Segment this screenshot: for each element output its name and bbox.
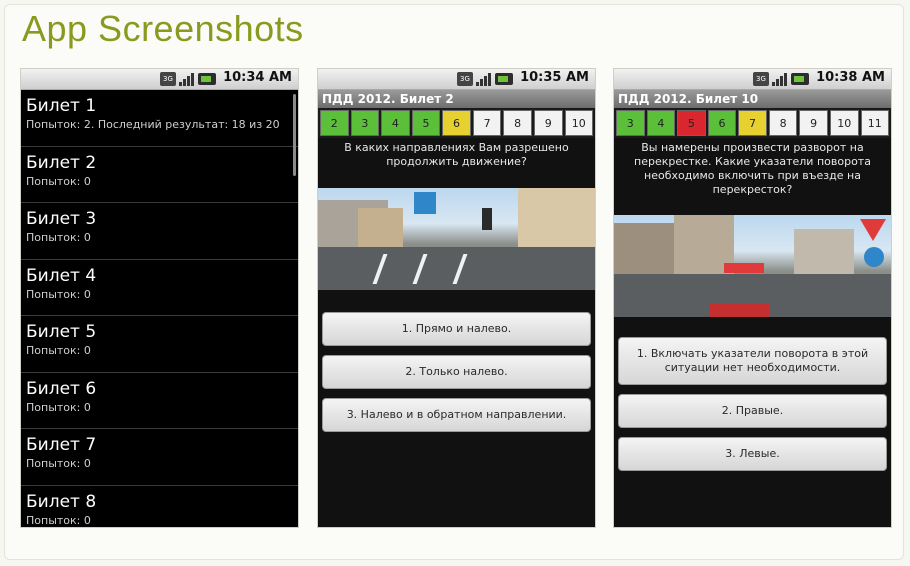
page-title: App Screenshots	[22, 8, 304, 49]
phone-screenshot-ticket-list: 3G 10:34 AM Билет 1 Попыток: 2. Последни…	[21, 69, 298, 527]
phone-screenshot-ticket-10: 3G 10:38 AM ПДД 2012. Билет 10 3 4 5 6 7 8 9 10…	[614, 69, 891, 527]
status-time: 10:38 AM	[816, 70, 885, 85]
ticket-name: Билет 5	[26, 322, 97, 342]
answer-button-1[interactable]: 1. Прямо и налево.	[322, 312, 591, 346]
ticket-attempts: Попыток: 0	[26, 457, 91, 470]
ticket-attempts: Попыток: 0	[26, 174, 91, 188]
list-item[interactable]: Билет 2 Попыток: 0	[21, 147, 298, 203]
question-number-cell[interactable]: 4	[646, 110, 676, 136]
question-number-cell[interactable]: 2	[320, 110, 349, 136]
battery-icon	[495, 73, 513, 85]
scrollbar[interactable]	[293, 94, 296, 176]
phone-screenshot-ticket-2: 3G 10:35 AM ПДД 2012. Билет 2 2 3 4 5 6 7 8 9 10…	[318, 69, 595, 527]
list-item[interactable]: Билет 7 Попыток: 0	[21, 429, 298, 486]
status-bar: 3G 10:38 AM	[614, 69, 891, 90]
ticket-name: Билет 3	[26, 209, 97, 229]
question-number-cell[interactable]: 10	[829, 110, 859, 136]
question-number-cell[interactable]: 5	[411, 110, 441, 136]
network-3g-icon: 3G	[753, 72, 769, 86]
question-number-cell[interactable]: 9	[533, 110, 563, 136]
battery-icon	[791, 73, 809, 85]
list-item[interactable]: Билет 8 Попыток: 0	[21, 486, 298, 528]
ticket-attempts: Попыток: 0	[26, 287, 91, 301]
ticket-name: Билет 8	[26, 491, 97, 512]
question-number-cell[interactable]: 3	[616, 110, 645, 136]
question-text: В каких направлениях Вам разрешено продо…	[344, 141, 569, 168]
question-number-cell[interactable]: 8	[503, 110, 532, 136]
list-item[interactable]: Билет 4 Попыток: 0	[21, 260, 298, 316]
question-number-cell[interactable]: 7	[472, 110, 502, 136]
answer-button-2[interactable]: 2. Только налево.	[322, 355, 591, 389]
network-3g-icon: 3G	[457, 72, 473, 86]
status-bar: 3G 10:34 AM	[21, 69, 298, 90]
ticket-name: Билет 7	[26, 435, 97, 455]
question-number-cell[interactable]: 10	[564, 110, 594, 136]
question-number-cell[interactable]: 9	[799, 110, 828, 136]
app-title: ПДД 2012. Билет 2	[318, 90, 595, 108]
status-time: 10:34 AM	[223, 70, 292, 85]
question-number-cell[interactable]: 4	[381, 110, 410, 136]
road-situation-image	[614, 215, 891, 317]
ticket-attempts: Попыток: 2. Последний результат: 18 из 2…	[26, 118, 280, 131]
answer-button-3[interactable]: 3. Налево и в обратном направлении.	[322, 398, 591, 432]
question-progress-bar: 2 3 4 5 6 7 8 9 10	[318, 108, 595, 138]
question-progress-bar: 3 4 5 6 7 8 9 10 11	[614, 108, 891, 138]
question-number-cell[interactable]: 8	[768, 110, 798, 136]
answer-button-2[interactable]: 2. Правые.	[618, 394, 887, 428]
answer-button-3[interactable]: 3. Левые.	[618, 437, 887, 471]
question-number-cell[interactable]: 5	[677, 110, 706, 136]
question-number-cell[interactable]: 6	[442, 110, 471, 136]
ticket-name: Билет 1	[26, 96, 97, 116]
question-number-cell[interactable]: 6	[707, 110, 737, 136]
signal-strength-icon	[476, 72, 492, 86]
status-time: 10:35 AM	[520, 70, 589, 85]
ticket-attempts: Попыток: 0	[26, 400, 91, 414]
answer-button-1[interactable]: 1. Включать указатели поворота в этой си…	[618, 337, 887, 385]
ticket-name: Билет 4	[26, 265, 97, 286]
list-item[interactable]: Билет 5 Попыток: 0	[21, 316, 298, 373]
ticket-list[interactable]: Билет 1 Попыток: 2. Последний результат:…	[21, 90, 298, 527]
ticket-attempts: Попыток: 0	[26, 344, 91, 357]
ticket-name: Билет 6	[26, 378, 97, 399]
question-number-cell[interactable]: 11	[860, 110, 890, 136]
signal-strength-icon	[179, 72, 195, 86]
signal-strength-icon	[772, 72, 788, 86]
network-3g-icon: 3G	[160, 72, 176, 86]
list-item[interactable]: Билет 6 Попыток: 0	[21, 373, 298, 429]
question-number-cell[interactable]: 7	[738, 110, 767, 136]
list-item[interactable]: Билет 3 Попыток: 0	[21, 203, 298, 260]
status-bar: 3G 10:35 AM	[318, 69, 595, 90]
question-text: Вы намерены произвести разворот на перек…	[634, 141, 871, 196]
ticket-attempts: Попыток: 0	[26, 513, 91, 527]
list-item[interactable]: Билет 1 Попыток: 2. Последний результат:…	[21, 90, 298, 147]
road-situation-image	[318, 188, 595, 290]
app-title: ПДД 2012. Билет 10	[614, 90, 891, 108]
question-number-cell[interactable]: 3	[350, 110, 380, 136]
ticket-name: Билет 2	[26, 152, 97, 173]
battery-icon	[198, 73, 216, 85]
ticket-attempts: Попыток: 0	[26, 231, 91, 244]
